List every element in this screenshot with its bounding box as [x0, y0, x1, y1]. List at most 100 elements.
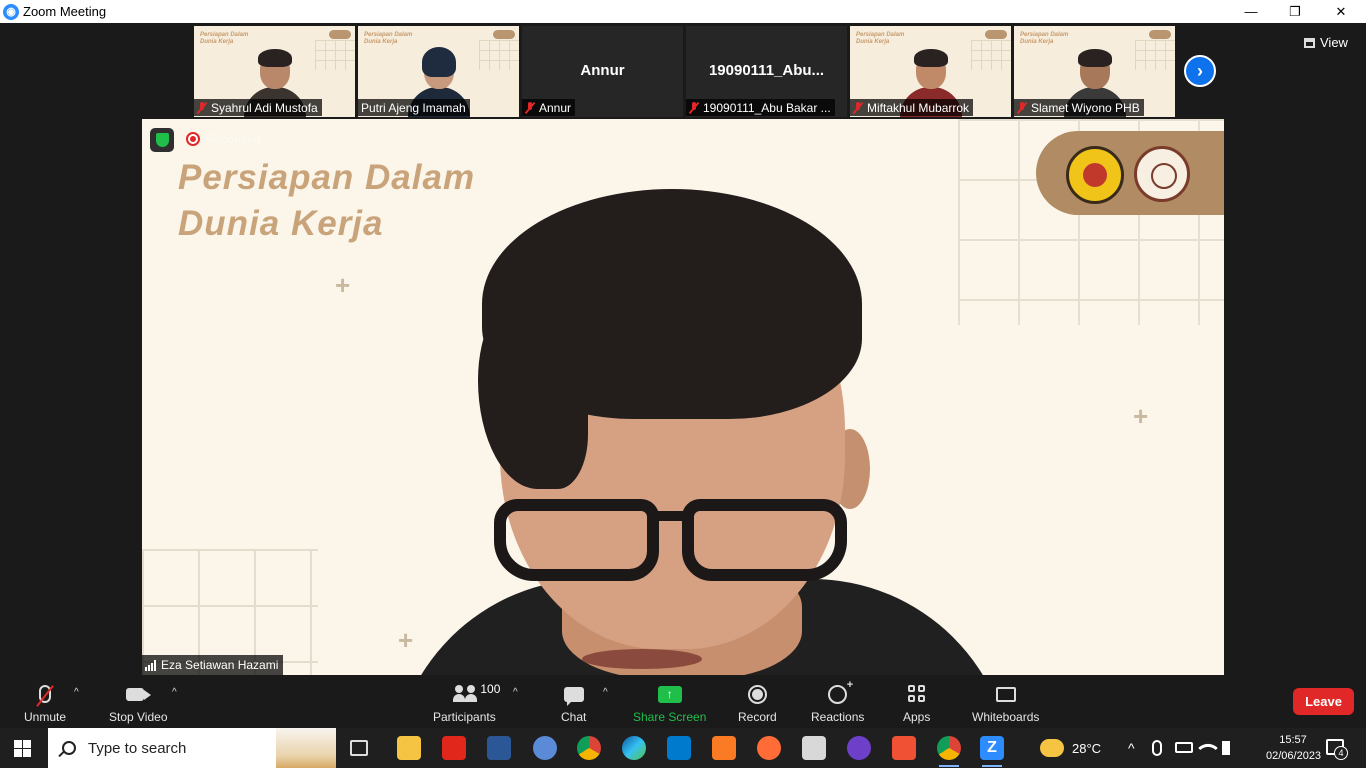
xampp-icon[interactable] — [712, 736, 736, 760]
view-label: View — [1320, 35, 1348, 50]
speaker-muted-icon[interactable] — [1222, 741, 1238, 755]
participant-namebar: Slamet Wiyono PHB — [1014, 99, 1144, 116]
video-options-caret[interactable]: ^ — [172, 687, 177, 698]
weather-sun-icon — [1040, 739, 1064, 757]
institution-logo — [1134, 146, 1190, 202]
participant-namebar: Syahrul Adi Mustofa — [194, 99, 322, 116]
active-speaker-video[interactable]: Persiapan Dalam Dunia Kerja + + + + — [142, 119, 1224, 675]
task-view-icon[interactable] — [350, 740, 368, 756]
chrome-icon[interactable] — [577, 736, 601, 760]
mini-slide-title: Persiapan Dalam Dunia Kerja — [364, 32, 413, 45]
recording-dot-icon — [186, 132, 200, 146]
record-button[interactable]: Record — [738, 681, 777, 724]
recording-label: Recording — [206, 132, 261, 146]
recording-indicator[interactable]: Recording — [186, 132, 261, 146]
apps-button[interactable]: Apps — [903, 681, 930, 724]
meeting-controls: Unmute ^ Stop Video ^ 100 Participants ^… — [0, 675, 1366, 728]
github-icon[interactable] — [847, 736, 871, 760]
windows-start-icon[interactable] — [14, 740, 31, 757]
chat-label: Chat — [561, 710, 587, 724]
gallery-strip: Persiapan Dalam Dunia Kerja Syahrul Adi … — [194, 26, 1175, 117]
participant-tile[interactable]: Persiapan Dalam Dunia Kerja Miftakhul Mu… — [850, 26, 1011, 117]
speaker-name: Eza Setiawan Hazami — [161, 658, 279, 672]
participant-tile[interactable]: Persiapan Dalam Dunia Kerja Syahrul Adi … — [194, 26, 355, 117]
slide-logo-banner — [1036, 131, 1224, 215]
unmute-button[interactable]: Unmute — [24, 681, 66, 724]
weather-widget[interactable]: 28°C — [1040, 728, 1101, 768]
unmute-label: Unmute — [24, 710, 67, 724]
participant-display-name: Annur — [580, 62, 625, 79]
stop-video-label: Stop Video — [109, 710, 168, 724]
zoom-taskbar-icon[interactable]: Z — [980, 736, 1004, 767]
whiteboards-label: Whiteboards — [972, 710, 1040, 724]
participant-name: Annur — [539, 100, 572, 115]
mini-logos — [985, 30, 1007, 39]
chrome-profile-icon[interactable] — [937, 736, 961, 767]
mini-slide-title: Persiapan Dalam Dunia Kerja — [200, 32, 249, 45]
view-button[interactable]: View — [1304, 35, 1348, 50]
unity-icon[interactable] — [802, 736, 826, 760]
stop-video-button[interactable]: Stop Video — [109, 681, 168, 724]
reactions-button[interactable]: Reactions — [811, 679, 865, 725]
chat-button[interactable]: Chat — [561, 681, 586, 724]
close-button[interactable]: ✕ — [1318, 0, 1364, 23]
window-title: Zoom Meeting — [23, 4, 107, 19]
search-placeholder: Type to search — [88, 739, 187, 757]
microphone-tray-icon[interactable] — [1152, 740, 1162, 756]
mic-muted-icon — [853, 101, 863, 114]
zoom-window: ◉ Zoom Meeting — ❐ ✕ Persiapan Dalam Dun… — [0, 0, 1366, 768]
whiteboards-button[interactable]: Whiteboards — [972, 681, 1039, 724]
participants-options-caret[interactable]: ^ — [513, 687, 518, 698]
restore-button[interactable]: ❐ — [1272, 0, 1318, 23]
meeting-area: Persiapan Dalam Dunia Kerja Syahrul Adi … — [0, 23, 1366, 675]
battery-icon[interactable] — [1175, 742, 1193, 753]
mini-grid — [479, 40, 519, 70]
title-bar: ◉ Zoom Meeting — ❐ ✕ — [0, 0, 1366, 23]
git-icon[interactable] — [892, 736, 916, 760]
share-screen-button[interactable]: ↑ Share Screen — [633, 681, 706, 724]
mendeley-icon[interactable] — [442, 736, 466, 760]
mini-grid — [1135, 40, 1175, 70]
word-icon[interactable] — [487, 736, 511, 760]
share-screen-icon: ↑ — [657, 685, 682, 703]
chat-options-caret[interactable]: ^ — [603, 687, 608, 698]
participants-button[interactable]: 100 Participants — [433, 681, 500, 724]
view-grid-icon — [1304, 37, 1315, 48]
wifi-icon[interactable] — [1198, 738, 1218, 758]
leave-button[interactable]: Leave — [1293, 688, 1354, 715]
participant-namebar: 19090111_Abu Bakar ... — [686, 99, 835, 116]
signal-bars-icon — [145, 659, 156, 671]
vscode-icon[interactable] — [667, 736, 691, 760]
participant-namebar: Annur — [522, 99, 576, 116]
mini-slide-title: Persiapan Dalam Dunia Kerja — [856, 32, 905, 45]
weather-temperature: 28°C — [1072, 740, 1102, 756]
smiley-add-icon — [828, 679, 853, 704]
audio-options-caret[interactable]: ^ — [74, 687, 79, 698]
apps-label: Apps — [903, 710, 931, 724]
next-page-button[interactable]: › — [1184, 55, 1216, 87]
participant-tile[interactable]: Annur Annur — [522, 26, 683, 117]
anaconda-icon[interactable] — [533, 736, 557, 760]
participant-namebar: Miftakhul Mubarrok — [850, 99, 974, 116]
participant-tile[interactable]: 19090111_Abu... 19090111_Abu Bakar ... — [686, 26, 847, 117]
reactions-label: Reactions — [811, 710, 865, 724]
edge-icon[interactable] — [622, 736, 646, 760]
system-clock[interactable]: 15:57 02/06/2023 — [1266, 732, 1321, 764]
show-hidden-icons[interactable]: ^ — [1128, 728, 1135, 768]
mini-logos — [329, 30, 351, 39]
minimize-button[interactable]: — — [1228, 0, 1274, 23]
encryption-shield-icon[interactable] — [150, 128, 174, 152]
search-icon — [62, 741, 76, 755]
file-explorer-icon[interactable] — [397, 736, 421, 760]
share-screen-label: Share Screen — [633, 710, 707, 724]
participant-name: Syahrul Adi Mustofa — [211, 100, 318, 115]
participant-tile[interactable]: Persiapan Dalam Dunia Kerja Putri Ajeng … — [358, 26, 519, 117]
postman-icon[interactable] — [757, 736, 781, 760]
participant-name: Miftakhul Mubarrok — [867, 100, 970, 115]
participant-display-name: 19090111_Abu... — [708, 62, 825, 79]
chat-bubble-icon — [563, 686, 584, 706]
taskbar-search-box[interactable]: Type to search — [48, 728, 336, 768]
participant-tile[interactable]: Persiapan Dalam Dunia Kerja Slamet Wiyon… — [1014, 26, 1175, 117]
mini-logos — [493, 30, 515, 39]
mic-muted-icon — [525, 101, 535, 114]
